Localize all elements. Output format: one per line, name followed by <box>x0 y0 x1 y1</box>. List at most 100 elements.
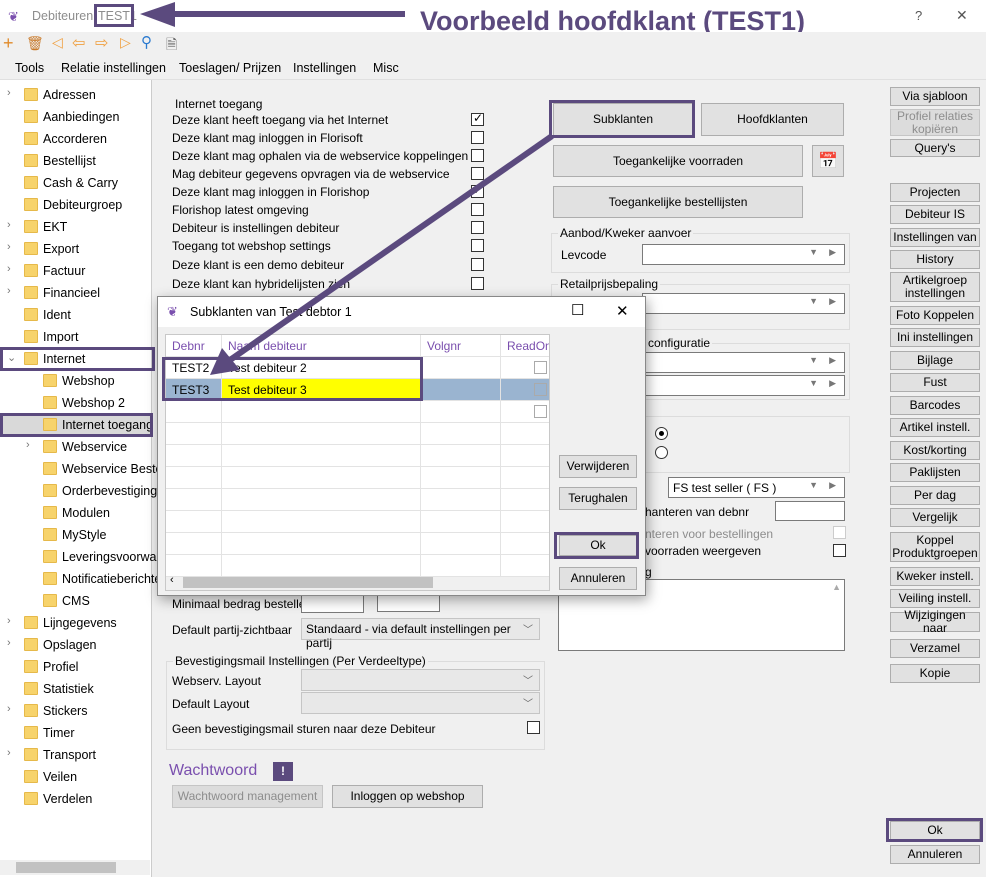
option-checkbox[interactable] <box>471 167 484 180</box>
side-button[interactable]: Fust <box>890 373 980 392</box>
chevron-right-icon[interactable]: › <box>7 263 17 275</box>
tree-item[interactable]: Leveringsvoorwa <box>0 546 157 568</box>
empty-cell[interactable] <box>421 467 501 489</box>
lookup-arrow-icon[interactable]: ▶ <box>829 355 836 366</box>
tree-item[interactable]: Statistiek <box>0 678 152 700</box>
side-button[interactable]: Vergelijk <box>890 508 980 527</box>
tree-item[interactable]: Aanbiedingen <box>0 106 152 128</box>
option-checkbox[interactable] <box>471 221 484 234</box>
column-header[interactable]: Debnr <box>166 335 222 357</box>
empty-cell[interactable] <box>501 533 549 555</box>
partij-select[interactable]: Standaard - via default instellingen per… <box>301 618 540 650</box>
config-combo-1[interactable]: ▼ ▶ <box>642 352 845 373</box>
close-button[interactable]: ✕ <box>956 7 968 24</box>
empty-cell[interactable] <box>222 423 421 445</box>
empty-cell[interactable] <box>501 555 549 577</box>
search-icon[interactable]: ⚲ <box>141 33 152 51</box>
hoofdklanten-button[interactable]: Hoofdklanten <box>701 103 844 136</box>
tree-item[interactable]: Webshop <box>0 370 152 392</box>
side-button[interactable]: Per dag <box>890 486 980 505</box>
annuleren-button[interactable]: Annuleren <box>559 567 637 590</box>
tree-item[interactable]: Import <box>0 326 152 348</box>
chevron-right-icon[interactable]: › <box>7 747 17 759</box>
chevron-right-icon[interactable]: › <box>7 703 17 715</box>
table-cell[interactable] <box>421 379 501 401</box>
side-button[interactable]: Wijzigingen naar <box>890 609 980 635</box>
voorraden-checkbox[interactable] <box>833 544 846 557</box>
next-icon[interactable]: ⇨ <box>95 33 108 53</box>
calendar-edit-icon[interactable]: 📅 <box>812 145 844 177</box>
tree-item[interactable]: Accorderen <box>0 128 152 150</box>
empty-cell[interactable] <box>166 555 222 577</box>
tree-item[interactable]: Cash & Carry <box>0 172 152 194</box>
maximize-icon[interactable]: ☐ <box>571 301 584 319</box>
side-button[interactable]: Debiteur IS <box>890 205 980 224</box>
empty-cell[interactable] <box>501 423 549 445</box>
tree-item[interactable]: Verdelen <box>0 788 152 810</box>
empty-cell[interactable] <box>222 511 421 533</box>
inloggen-webshop-button[interactable]: Inloggen op webshop <box>332 785 483 808</box>
tree-item[interactable]: › Adressen <box>0 84 152 106</box>
tree-item[interactable]: Webservice Beste <box>0 458 163 480</box>
side-button[interactable]: Query's <box>890 139 980 157</box>
scrollbar-thumb[interactable] <box>16 862 116 873</box>
cancel-button[interactable]: Annuleren <box>890 845 980 864</box>
chevron-right-icon[interactable]: › <box>7 637 17 649</box>
side-button[interactable]: Paklijsten <box>890 463 980 482</box>
option-checkbox[interactable] <box>471 277 484 290</box>
chevron-right-icon[interactable]: › <box>7 285 17 297</box>
side-button[interactable]: Koppel Produktgroepen <box>890 532 980 562</box>
empty-cell[interactable] <box>421 423 501 445</box>
chevron-right-icon[interactable]: › <box>7 615 17 627</box>
option-checkbox[interactable] <box>471 239 484 252</box>
tree-item[interactable]: Bestellijst <box>0 150 152 172</box>
empty-cell[interactable] <box>421 489 501 511</box>
empty-cell[interactable] <box>421 401 501 423</box>
side-button[interactable]: Artikelgroep instellingen <box>890 272 980 302</box>
document-icon[interactable]: 🗎 <box>166 34 177 58</box>
option-checkbox[interactable] <box>471 258 484 271</box>
empty-cell[interactable] <box>421 555 501 577</box>
table-cell[interactable] <box>501 379 549 401</box>
option-checkbox[interactable] <box>471 203 484 216</box>
side-button[interactable]: Profiel relaties kopiëren <box>890 109 980 136</box>
chevron-right-icon[interactable]: › <box>7 241 17 253</box>
side-button[interactable]: Verzamel <box>890 639 980 658</box>
menu-relatie-instellingen[interactable]: Relatie instellingen <box>61 61 166 75</box>
radio-option-1[interactable] <box>655 427 668 440</box>
first-icon[interactable]: ◁ <box>52 34 63 51</box>
table-cell[interactable] <box>421 357 501 379</box>
tree-item[interactable]: Orderbevestiging <box>0 480 157 502</box>
side-button[interactable]: Kopie <box>890 664 980 683</box>
levcode-combo[interactable]: ▼ ▶ <box>642 244 845 265</box>
menu-misc[interactable]: Misc <box>373 61 399 75</box>
empty-cell[interactable] <box>421 445 501 467</box>
add-icon[interactable]: + <box>3 33 14 54</box>
empty-cell[interactable] <box>166 445 222 467</box>
chevron-right-icon[interactable]: › <box>7 87 17 99</box>
debnr-input[interactable] <box>775 501 845 521</box>
option-checkbox[interactable] <box>471 149 484 162</box>
verwijderen-button[interactable]: Verwijderen <box>559 455 637 478</box>
column-header[interactable]: Volgnr <box>421 335 501 357</box>
terughalen-button[interactable]: Terughalen <box>559 487 637 510</box>
side-button[interactable]: History <box>890 250 980 269</box>
wachtwoord-management-button[interactable]: Wachtwoord management <box>172 785 323 808</box>
side-button[interactable]: Veiling instell. <box>890 589 980 608</box>
empty-cell[interactable] <box>222 489 421 511</box>
tree-item[interactable]: › Financieel <box>0 282 152 304</box>
geen-mail-checkbox[interactable] <box>527 721 540 734</box>
table-cell[interactable] <box>501 357 549 379</box>
side-button[interactable]: Kost/korting <box>890 441 980 460</box>
menu-instellingen[interactable]: Instellingen <box>293 61 356 75</box>
tree-item[interactable]: MyStyle <box>0 524 152 546</box>
empty-cell[interactable] <box>222 467 421 489</box>
empty-cell[interactable] <box>166 401 222 423</box>
radio-option-2[interactable] <box>655 446 668 459</box>
toegankelijke-bestellijsten-button[interactable]: Toegankelijke bestellijsten <box>553 186 803 218</box>
side-button[interactable]: Instellingen van <box>890 228 980 247</box>
side-button[interactable]: Bijlage <box>890 351 980 370</box>
readonly-checkbox[interactable] <box>534 383 547 396</box>
tree-item[interactable]: › Transport <box>0 744 152 766</box>
empty-cell[interactable] <box>501 445 549 467</box>
